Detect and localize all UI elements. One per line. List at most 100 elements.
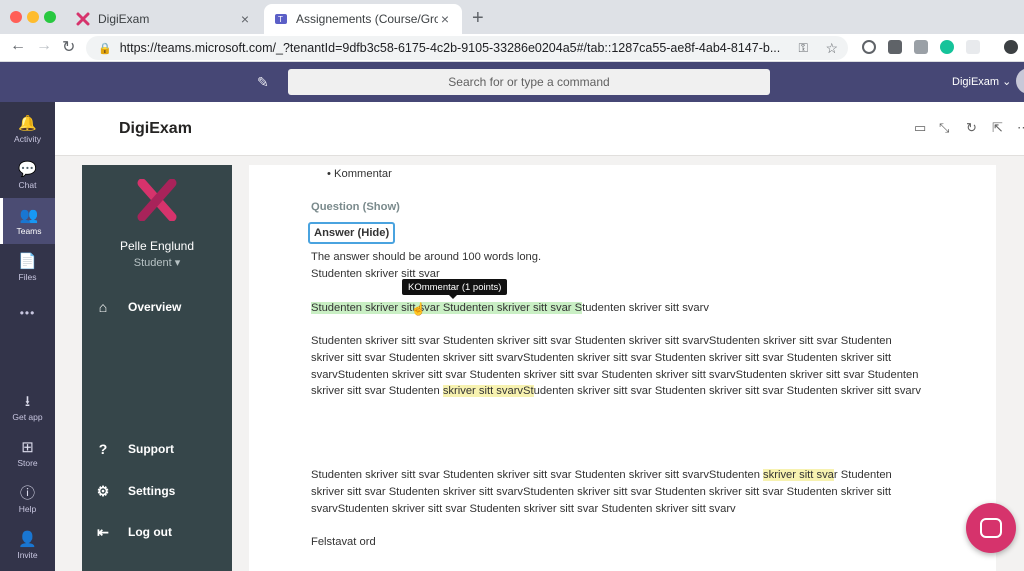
refresh-icon[interactable]: ↻ xyxy=(966,120,977,136)
comment-highlight[interactable]: Studenten skriver sitt svar Studenten sk… xyxy=(311,302,583,314)
store-icon: ⊞ xyxy=(21,438,34,456)
appbar-item-activity[interactable]: 🔔 Activity xyxy=(0,106,55,152)
conversation-icon[interactable]: ▭ xyxy=(914,120,926,136)
browser-tabstrip: DigiExam × T Assignements (Course/Group … xyxy=(0,0,1024,34)
file-icon: 📄 xyxy=(18,252,37,270)
legend-label: Felstavat ord xyxy=(311,536,376,548)
url-text: https://teams.microsoft.com/_?tenantId=9… xyxy=(119,41,781,55)
teams-favicon-icon: T xyxy=(275,14,287,24)
popout-icon[interactable]: ⇱ xyxy=(992,120,1003,136)
maximize-window-button[interactable] xyxy=(44,11,56,23)
highlighted-line: Studenten skriver sitt svar Studenten sk… xyxy=(311,300,709,317)
close-tab-icon[interactable]: × xyxy=(438,11,452,27)
appbar-item-teams[interactable]: 👥 Teams xyxy=(0,198,55,244)
teams-icon: 👥 xyxy=(19,206,39,224)
nav-item-overview[interactable]: ⌂ Overview xyxy=(94,297,182,317)
appbar-item-files[interactable]: 📄 Files xyxy=(0,244,55,290)
gear-icon: ⚙ xyxy=(96,482,110,499)
home-icon: ⌂ xyxy=(98,299,108,315)
nav-label: Log out xyxy=(128,525,172,539)
grammarly-icon[interactable] xyxy=(940,40,954,54)
digiexam-favicon-icon xyxy=(76,12,90,26)
appbar-item-chat[interactable]: 💬 Chat xyxy=(0,152,55,198)
tab-title: Assignements (Course/Group C xyxy=(296,12,438,26)
user-name: Pelle Englund xyxy=(119,239,195,253)
help-circle-icon: ? xyxy=(98,441,108,457)
browser-tab-assignments[interactable]: T Assignements (Course/Group C × xyxy=(264,4,462,34)
appbar-label: Get app xyxy=(12,411,43,422)
minimize-window-button[interactable] xyxy=(27,11,39,23)
browser-toolbar: ← → ↻ 🔒 https://teams.microsoft.com/_?te… xyxy=(0,34,1024,62)
teams-header: ✎ Search for or type a command DigiExam … xyxy=(0,62,1024,102)
appbar-item-help[interactable]: ⓘ Help xyxy=(0,476,55,522)
close-window-button[interactable] xyxy=(10,11,22,23)
answer-toggle-button[interactable]: Answer (Hide) xyxy=(308,222,396,244)
extension-icon[interactable] xyxy=(914,40,928,54)
help-icon: ⓘ xyxy=(19,484,35,502)
svg-text:T: T xyxy=(278,15,283,24)
spelling-highlight[interactable]: skriver sitt svarvSt xyxy=(442,385,534,398)
bell-icon: 🔔 xyxy=(18,114,37,132)
forward-arrow-icon[interactable]: → xyxy=(36,37,52,55)
answer-text: Studenten skriver sitt svar Studenten sk… xyxy=(311,469,764,481)
appbar-label: Chat xyxy=(18,179,37,190)
chat-launcher-button[interactable] xyxy=(966,503,1016,553)
logout-icon: ⇤ xyxy=(97,523,109,540)
compose-icon[interactable]: ✎ xyxy=(257,74,269,91)
reload-icon[interactable]: ↻ xyxy=(62,37,75,57)
answer-content: • Kommentar Question (Show) Answer (Hide… xyxy=(249,165,996,571)
appbar-label: Store xyxy=(17,457,38,468)
appbar-label: Teams xyxy=(16,225,42,236)
appbar-label: Files xyxy=(18,271,37,282)
nav-item-logout[interactable]: ⇤ Log out xyxy=(94,522,172,542)
bookmark-star-icon[interactable]: ☆ xyxy=(825,40,838,57)
app-header: DigiExam ▭ ⤡ ↻ ⇱ ⋯ xyxy=(55,102,1024,156)
download-icon: ⭳ xyxy=(24,392,31,410)
appbar-label: Invite xyxy=(17,549,38,560)
teams-app-bar: 🔔 Activity 💬 Chat 👥 Teams 📄 Files ••• ⭳ … xyxy=(0,102,55,571)
chat-bubble-icon xyxy=(980,518,1002,538)
nav-item-settings[interactable]: ⚙ Settings xyxy=(94,481,176,501)
digiexam-logo-icon xyxy=(137,179,177,221)
instruction-text: The answer should be around 100 words lo… xyxy=(311,251,542,263)
lock-icon: 🔒 xyxy=(98,42,112,55)
appbar-item-more[interactable]: ••• xyxy=(0,290,55,336)
address-bar[interactable]: 🔒 https://teams.microsoft.com/_?tenantId… xyxy=(86,36,848,60)
chat-icon: 💬 xyxy=(18,160,37,178)
appbar-item-get-app[interactable]: ⭳ Get app xyxy=(0,384,55,430)
answer-paragraph: Studenten skriver sitt svar Studenten sk… xyxy=(311,333,923,400)
nav-label: Settings xyxy=(128,484,176,498)
command-search-input[interactable]: Search for or type a command xyxy=(288,69,770,95)
digiexam-sidebar: Pelle Englund Student ▾ ⌂ Overview ? Sup… xyxy=(82,165,232,571)
appbar-item-store[interactable]: ⊞ Store xyxy=(0,430,55,476)
list-item: • Kommentar xyxy=(327,168,392,180)
extension-icon[interactable] xyxy=(888,40,902,54)
extension-icon[interactable] xyxy=(862,40,876,54)
answer-paragraph: Studenten skriver sitt svar Studenten sk… xyxy=(311,467,923,517)
comment-tooltip: KOmmentar (1 points) xyxy=(402,279,508,299)
question-toggle[interactable]: Question (Show) xyxy=(311,201,400,213)
appbar-item-invite[interactable]: 👤 Invite xyxy=(0,522,55,568)
hand-cursor-icon: ☝ xyxy=(411,302,426,316)
back-arrow-icon[interactable]: ← xyxy=(10,37,26,55)
more-options-icon[interactable]: ⋯ xyxy=(1017,120,1024,136)
appbar-label: Help xyxy=(18,503,37,514)
spelling-highlight[interactable]: skriver sitt sva xyxy=(763,469,834,481)
nav-label: Overview xyxy=(128,300,182,314)
answer-text: udenten skriver sitt svar Studenten skri… xyxy=(533,385,921,398)
key-icon[interactable]: ⚿ xyxy=(798,41,808,56)
collapse-icon[interactable]: ⤡ xyxy=(939,120,949,136)
avatar[interactable] xyxy=(1016,68,1024,94)
role-dropdown[interactable]: Student ▾ xyxy=(82,256,232,269)
nav-label: Support xyxy=(128,442,174,456)
tab-title: DigiExam xyxy=(98,12,150,26)
appbar-label: Activity xyxy=(14,133,41,144)
profile-avatar[interactable] xyxy=(1004,40,1018,54)
org-switcher[interactable]: DigiExam ⌄ xyxy=(952,75,1011,88)
browser-tab-digiexam[interactable]: DigiExam × xyxy=(66,4,262,34)
bullet-text: Kommentar xyxy=(334,168,392,180)
close-tab-icon[interactable]: × xyxy=(238,11,252,27)
extension-icon[interactable] xyxy=(966,40,980,54)
nav-item-support[interactable]: ? Support xyxy=(94,439,174,459)
new-tab-button[interactable]: + xyxy=(472,7,484,30)
